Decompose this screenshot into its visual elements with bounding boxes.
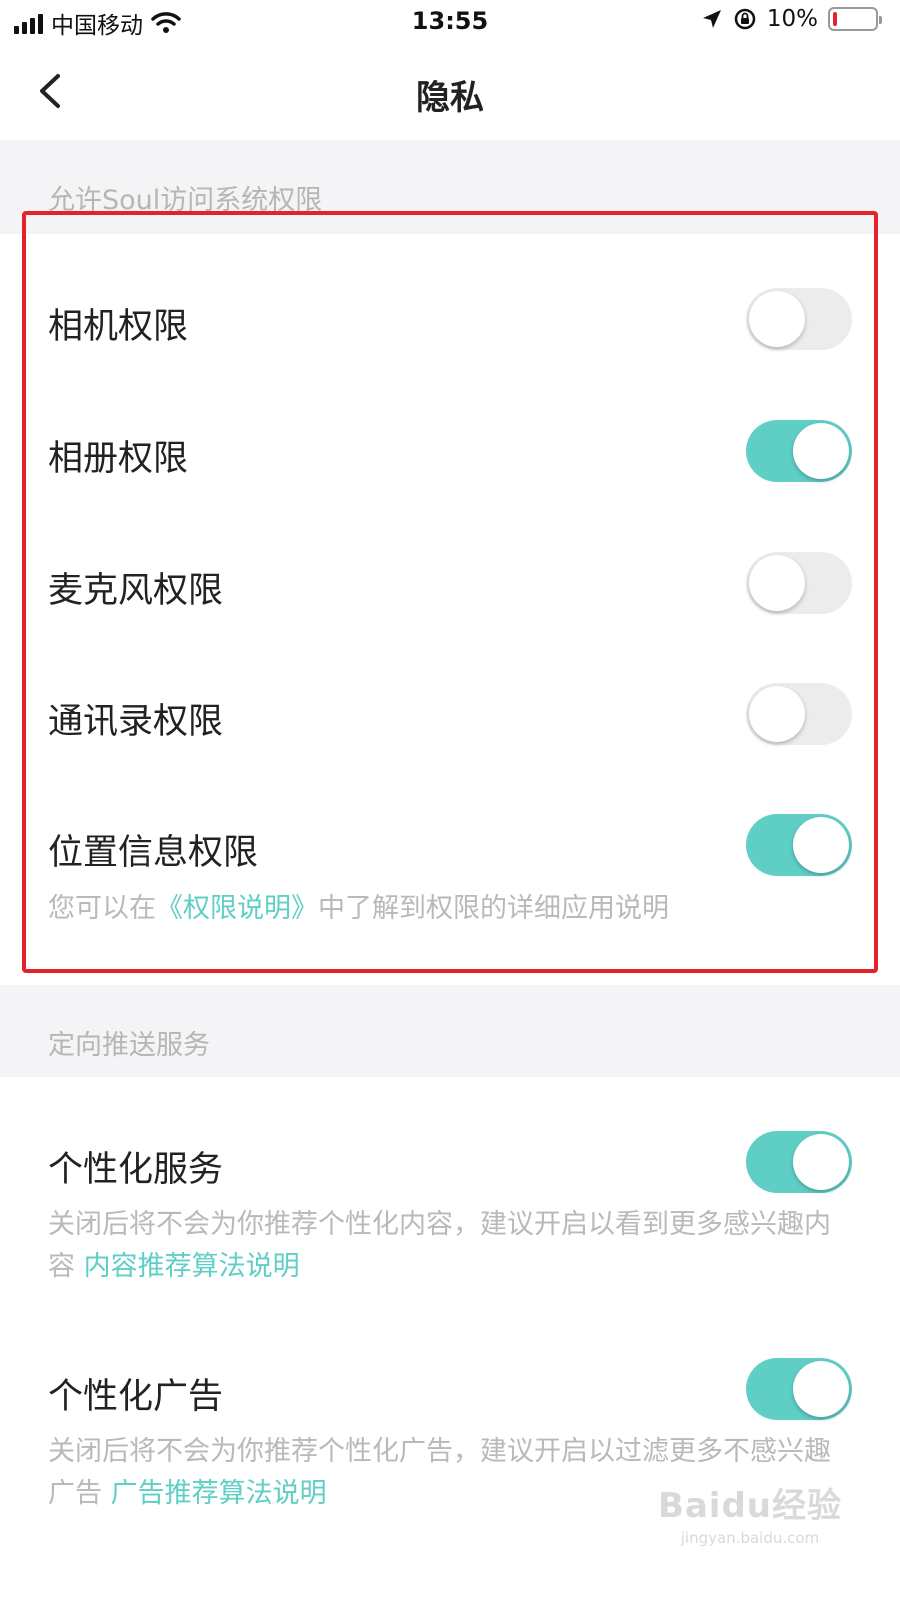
back-button[interactable] — [30, 66, 74, 116]
status-bar: 中国移动 13:55 10% — [0, 0, 900, 44]
section-header-system-permissions: 允许Soul访问系统权限 — [0, 140, 900, 234]
content-algorithm-link[interactable]: 内容推荐算法说明 — [84, 1251, 300, 1282]
permission-note-prefix: 您可以在 — [48, 893, 156, 924]
page-title: 隐私 — [416, 78, 484, 118]
camera-permission-label: 相机权限 — [48, 307, 189, 347]
toggle-knob — [793, 817, 849, 873]
battery-level — [833, 12, 837, 26]
battery-icon — [828, 7, 882, 31]
microphone-permission-toggle[interactable] — [746, 552, 852, 614]
watermark-url: jingyan.baidu.com — [680, 1529, 820, 1547]
chevron-left-icon — [40, 74, 60, 108]
album-permission-label: 相册权限 — [48, 439, 189, 479]
section-header-targeted-push: 定向推送服务 — [0, 985, 900, 1077]
location-permission-toggle[interactable] — [746, 814, 852, 876]
orientation-lock-icon — [734, 8, 756, 30]
personalized-ads-label: 个性化广告 — [48, 1377, 224, 1417]
personalized-service-note: 关闭后将不会为你推荐个性化内容，建议开启以看到更多感兴趣内容 内容推荐算法说明 — [48, 1204, 838, 1288]
personalized-ads-toggle[interactable] — [746, 1358, 852, 1420]
toggle-knob — [749, 686, 805, 742]
ads-algorithm-link[interactable]: 广告推荐算法说明 — [111, 1478, 327, 1509]
permission-note: 您可以在《权限说明》中了解到权限的详细应用说明 — [48, 888, 838, 930]
camera-permission-toggle[interactable] — [746, 288, 852, 350]
location-arrow-icon — [702, 10, 721, 28]
toggle-knob — [749, 291, 805, 347]
contacts-permission-label: 通讯录权限 — [48, 702, 224, 742]
microphone-permission-label: 麦克风权限 — [48, 571, 224, 611]
album-permission-toggle[interactable] — [746, 420, 852, 482]
toggle-knob — [793, 1361, 849, 1417]
personalized-ads-note: 关闭后将不会为你推荐个性化广告，建议开启以过滤更多不感兴趣广告 广告推荐算法说明 — [48, 1431, 838, 1515]
toggle-knob — [749, 555, 805, 611]
personalized-service-toggle[interactable] — [746, 1131, 852, 1193]
contacts-permission-toggle[interactable] — [746, 683, 852, 745]
personalized-service-label: 个性化服务 — [48, 1150, 224, 1190]
toggle-knob — [793, 1134, 849, 1190]
status-right: 10% — [701, 6, 882, 32]
permission-explanation-link[interactable]: 《权限说明》 — [156, 893, 318, 924]
toggle-knob — [793, 423, 849, 479]
permission-note-suffix: 中了解到权限的详细应用说明 — [318, 893, 669, 924]
navigation-bar: 隐私 — [0, 44, 900, 140]
location-permission-label: 位置信息权限 — [48, 833, 259, 873]
battery-percent: 10% — [766, 6, 818, 32]
